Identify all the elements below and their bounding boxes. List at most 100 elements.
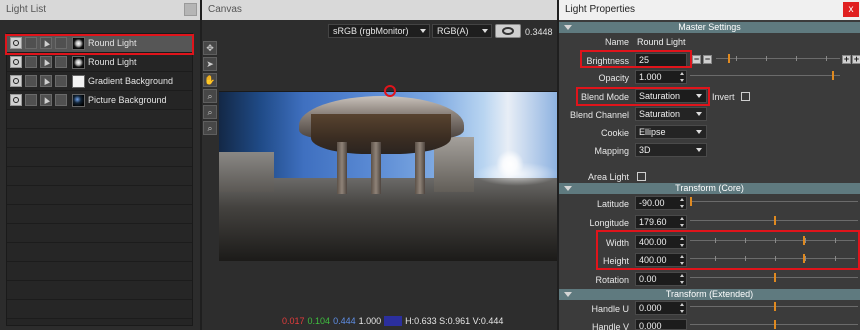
solo-toggle-icon[interactable] xyxy=(25,37,37,49)
invert-checkbox[interactable] xyxy=(741,92,750,101)
handle-u-slider[interactable] xyxy=(690,301,858,313)
brightness-increase-button[interactable]: + xyxy=(852,55,860,64)
handle-u-input[interactable]: 0.000 xyxy=(635,301,687,315)
longitude-slider[interactable] xyxy=(690,215,858,227)
height-label: Height xyxy=(602,256,629,266)
handle-u-value: 0.000 xyxy=(639,303,662,313)
lock-toggle-icon[interactable] xyxy=(55,75,67,87)
move-tool-icon[interactable]: ✥ xyxy=(203,41,217,55)
light-list-item[interactable]: Round Light xyxy=(7,53,192,72)
pointer-toggle-icon[interactable] xyxy=(40,94,52,106)
properties-title-bar: Light Properties x xyxy=(559,0,860,20)
lock-toggle-icon[interactable] xyxy=(55,94,67,106)
brightness-decrease-small-button[interactable]: − xyxy=(703,55,712,64)
round-light-thumbnail-icon xyxy=(72,55,85,69)
blend-mode-dropdown[interactable]: Saturation xyxy=(635,89,707,103)
slider-thumb[interactable] xyxy=(728,54,730,63)
spinner-icon[interactable] xyxy=(680,255,684,265)
zoom-in-icon[interactable]: ⌕ xyxy=(203,105,217,119)
empty-list-row xyxy=(7,110,192,129)
width-input[interactable]: 400.00 xyxy=(635,235,687,249)
solo-toggle-icon[interactable] xyxy=(25,56,37,68)
latitude-input[interactable]: -90.00 xyxy=(635,196,687,210)
eye-icon xyxy=(502,27,514,35)
collapse-triangle-icon xyxy=(564,186,572,191)
minus-icon: − xyxy=(693,54,700,64)
close-icon[interactable]: x xyxy=(843,2,859,17)
slider-thumb[interactable] xyxy=(774,216,776,225)
mapping-dropdown[interactable]: 3D xyxy=(635,143,707,157)
channel-dropdown[interactable]: RGB(A) xyxy=(432,24,492,38)
light-list-item[interactable]: Picture Background xyxy=(7,91,192,110)
lock-toggle-icon[interactable] xyxy=(55,56,67,68)
slider-thumb[interactable] xyxy=(832,71,834,80)
handle-v-value: 0.000 xyxy=(639,321,662,330)
invert-label: Invert xyxy=(712,92,735,102)
lock-toggle-icon[interactable] xyxy=(55,37,67,49)
name-value: Round Light xyxy=(637,37,686,47)
power-toggle-icon[interactable] xyxy=(10,75,22,87)
light-list-panel: Light List Round Light Round Light Gradi… xyxy=(0,0,200,330)
select-arrow-icon[interactable]: ➤ xyxy=(203,57,217,71)
spinner-icon[interactable] xyxy=(680,274,684,284)
section-master-settings[interactable]: Master Settings xyxy=(559,22,860,33)
opacity-input[interactable]: 1.000 xyxy=(635,70,687,84)
spinner-icon[interactable] xyxy=(680,72,684,82)
canvas-tools: ✥ ➤ ✋ ⌕ ⌕ ⌕ xyxy=(202,40,218,137)
height-slider[interactable] xyxy=(690,253,855,265)
section-transform-extended[interactable]: Transform (Extended) xyxy=(559,289,860,300)
height-value: 400.00 xyxy=(639,255,667,265)
height-input[interactable]: 400.00 xyxy=(635,253,687,267)
slider-thumb[interactable] xyxy=(774,320,776,329)
light-position-marker[interactable] xyxy=(384,85,396,97)
power-toggle-icon[interactable] xyxy=(10,56,22,68)
light-list-item[interactable]: Gradient Background xyxy=(7,72,192,91)
pointer-toggle-icon[interactable] xyxy=(40,75,52,87)
power-toggle-icon[interactable] xyxy=(10,94,22,106)
pointer-toggle-icon[interactable] xyxy=(40,56,52,68)
width-label: Width xyxy=(605,238,629,248)
brightness-slider[interactable] xyxy=(716,53,840,65)
zoom-icon[interactable]: ⌕ xyxy=(203,89,217,103)
width-slider[interactable] xyxy=(690,235,855,247)
section-title: Transform (Extended) xyxy=(665,289,754,299)
section-transform-core[interactable]: Transform (Core) xyxy=(559,183,860,194)
handle-v-slider[interactable] xyxy=(690,319,858,330)
area-light-checkbox[interactable] xyxy=(637,172,646,181)
rotation-slider[interactable] xyxy=(690,272,858,284)
latitude-slider[interactable] xyxy=(690,196,858,208)
slider-thumb[interactable] xyxy=(774,273,776,282)
solo-toggle-icon[interactable] xyxy=(25,94,37,106)
pointer-toggle-icon[interactable] xyxy=(40,37,52,49)
hand-pan-icon[interactable]: ✋ xyxy=(203,73,217,87)
light-list-item[interactable]: Round Light xyxy=(7,34,192,53)
zoom-out-icon[interactable]: ⌕ xyxy=(203,121,217,135)
chevron-down-icon xyxy=(696,148,702,152)
slider-thumb[interactable] xyxy=(803,236,805,245)
opacity-slider[interactable] xyxy=(690,70,840,82)
exposure-reset-button[interactable] xyxy=(495,24,521,38)
power-toggle-icon[interactable] xyxy=(10,37,22,49)
rotation-value: 0.00 xyxy=(639,274,657,284)
brightness-input[interactable]: 25 xyxy=(635,53,687,67)
rotation-input[interactable]: 0.00 xyxy=(635,272,687,286)
spinner-icon[interactable] xyxy=(680,217,684,227)
exposure-value: 0.3448 xyxy=(525,27,553,37)
slider-thumb[interactable] xyxy=(774,302,776,311)
spinner-icon[interactable] xyxy=(680,237,684,247)
spinner-icon[interactable] xyxy=(680,198,684,208)
spinner-icon[interactable] xyxy=(680,303,684,313)
pixel-r-value: 0.017 xyxy=(282,316,305,326)
hdri-viewport[interactable] xyxy=(219,91,559,261)
blend-channel-dropdown[interactable]: Saturation xyxy=(635,107,707,121)
light-list-close-button[interactable] xyxy=(184,3,197,16)
brightness-increase-small-button[interactable]: + xyxy=(842,55,851,64)
cookie-dropdown[interactable]: Ellipse xyxy=(635,125,707,139)
brightness-decrease-button[interactable]: − xyxy=(692,55,701,64)
longitude-input[interactable]: 179.60 xyxy=(635,215,687,229)
solo-toggle-icon[interactable] xyxy=(25,75,37,87)
slider-thumb[interactable] xyxy=(803,254,805,263)
slider-thumb[interactable] xyxy=(690,197,692,206)
colorspace-dropdown[interactable]: sRGB (rgbMonitor) xyxy=(328,24,430,38)
handle-v-input[interactable]: 0.000 xyxy=(635,319,687,330)
